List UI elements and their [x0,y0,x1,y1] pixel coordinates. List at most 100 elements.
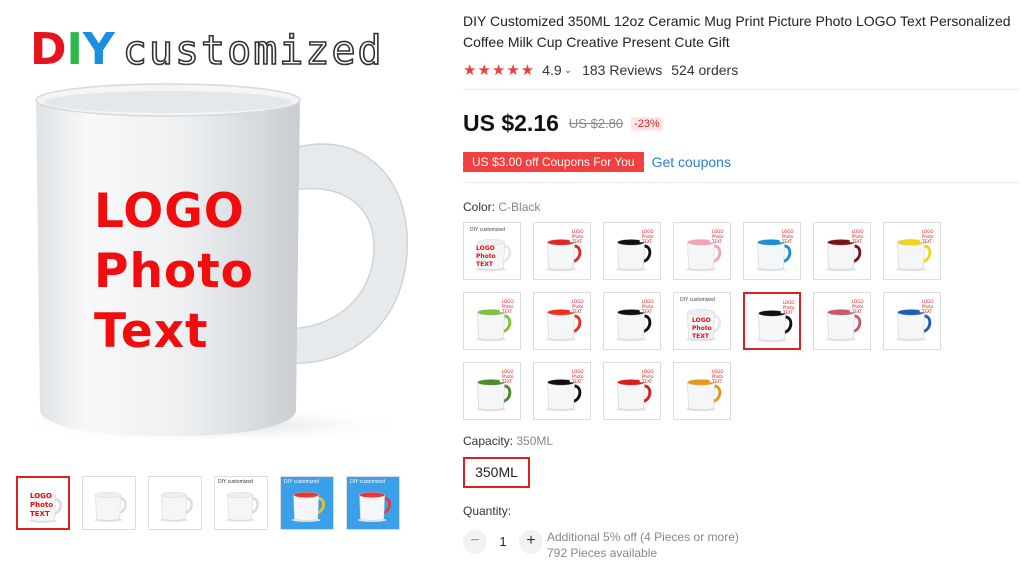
original-price: US $2.80 [568,116,624,131]
swatch-logo-line: TEXT [476,261,493,268]
color-swatch-4[interactable]: LOGO Photo TEXT [673,222,731,280]
swatch-small-logo-line: TEXT [922,239,933,244]
quantity-minus-button[interactable]: − [463,530,487,554]
swatch-small-logo-line: TEXT [852,239,863,244]
color-swatch-12[interactable]: LOGO Photo TEXT [743,292,801,350]
color-swatch-9[interactable]: LOGO Photo TEXT [533,292,591,350]
quantity-stepper: − 1 + Additional 5% off (4 Pieces or mor… [463,530,1019,561]
color-swatch-3[interactable]: LOGO Photo TEXT [603,222,661,280]
rating-value[interactable]: 4.9 [542,62,561,78]
color-swatch-15[interactable]: LOGO Photo TEXT [463,362,521,420]
thumb-logo-mug[interactable]: LOGO Photo TEXT [16,476,70,530]
swatch-small-logo-line: TEXT [712,379,723,384]
thumb-mug-dimensions[interactable] [82,476,136,530]
color-swatch-1[interactable]: LOGO Photo TEXT DIY customized [463,222,521,280]
swatch-banner-text: DIY customized [680,297,715,303]
swatch-small-logo-line: TEXT [782,239,793,244]
swatch-logo-line: LOGO [476,245,495,252]
thumb-color-mugs-blue[interactable]: DIY customized [280,476,334,530]
color-swatch-2[interactable]: LOGO Photo TEXT [533,222,591,280]
thumb-banner-text: DIY customized [350,479,385,485]
product-info: DIY Customized 350ML 12oz Ceramic Mug Pr… [461,0,1019,561]
color-swatch-5[interactable]: LOGO Photo TEXT [743,222,801,280]
quantity-plus-button[interactable]: + [519,530,543,554]
main-product-image[interactable]: DIY customized LOGO Photo Text [0,0,440,460]
thumb-banner-text: DIY customized [284,479,319,485]
coupon-row: US $3.00 off Coupons For You Get coupons [461,152,1019,172]
swatch-small-logo-line: TEXT [712,239,723,244]
thumb-logo-text: LOGO Photo TEXT [30,492,53,519]
swatch-small-logo: LOGO Photo TEXT [712,229,723,244]
swatch-logo-line: Photo [692,325,712,332]
capacity-option-350ml[interactable]: 350ML [463,457,530,488]
chevron-down-icon[interactable]: ⌄ [564,65,572,76]
swatch-small-logo: LOGO Photo TEXT [572,229,583,244]
swatch-small-logo: LOGO Photo TEXT [783,300,794,315]
thumb-plain-mug[interactable] [148,476,202,530]
thumb-logo-line: Photo [30,501,54,509]
color-swatch-13[interactable]: LOGO Photo TEXT [813,292,871,350]
get-coupons-link[interactable]: Get coupons [652,154,731,170]
swatch-logo-text: LOGO Photo TEXT [476,245,496,269]
banner-letter-y: Y [82,24,115,75]
thumbnail-strip: LOGO Photo TEXT DIY customized DIY customize… [16,476,400,530]
mug-thumbnail-icon [93,492,127,522]
capacity-label: Capacity: 350ML [463,434,1019,448]
thumb-color-mugs-set[interactable]: DIY customized [346,476,400,530]
thumb-cartoon-mug[interactable]: DIY customized [214,476,268,530]
color-swatch-11[interactable]: LOGO Photo TEXT DIY customized [673,292,731,350]
star-rating-icon: ★★★★★ [463,62,536,79]
coupon-tag[interactable]: US $3.00 off Coupons For You [461,152,646,172]
swatch-small-logo-line: TEXT [783,310,794,315]
mug-text-text: Text [94,304,209,359]
swatch-small-logo-line: TEXT [642,309,653,314]
swatch-small-logo: LOGO Photo TEXT [642,299,653,314]
color-label-text: Color: [463,200,496,214]
diy-customized-banner: DIY customized [30,26,384,75]
color-swatch-16[interactable]: LOGO Photo TEXT [533,362,591,420]
swatch-banner-text: DIY customized [470,227,505,233]
orders-count: 524 orders [671,62,739,78]
banner-letter-i: I [66,24,83,75]
color-swatch-6[interactable]: LOGO Photo TEXT [813,222,871,280]
mug-text-logo: LOGO [94,184,245,239]
swatch-small-logo-line: TEXT [852,309,863,314]
capacity-label-text: Capacity: [463,434,514,448]
swatch-logo-text: LOGO Photo TEXT [692,317,712,341]
current-price: US $2.16 [463,110,559,136]
thumb-logo-line: LOGO [30,492,52,500]
color-swatch-10[interactable]: LOGO Photo TEXT [603,292,661,350]
swatch-small-logo: LOGO Photo TEXT [852,299,863,314]
quantity-input[interactable]: 1 [487,530,519,554]
rating-row: ★★★★★ 4.9 ⌄ 183 Reviews 524 orders [463,60,1019,80]
quantity-note: Additional 5% off (4 Pieces or more) 792… [547,529,739,561]
divider [463,182,1019,183]
swatch-small-logo: LOGO Photo TEXT [502,299,513,314]
banner-word-customized: customized [122,27,384,75]
reviews-link[interactable]: 183 Reviews [582,62,662,78]
swatch-small-logo-line: TEXT [572,379,583,384]
banner-letter-d: D [30,24,67,75]
color-swatch-8[interactable]: LOGO Photo TEXT [463,292,521,350]
color-swatch-7[interactable]: LOGO Photo TEXT [883,222,941,280]
color-swatch-18[interactable]: LOGO Photo TEXT [673,362,731,420]
swatch-small-logo-line: TEXT [922,309,933,314]
stock-available: 792 Pieces available [547,546,658,560]
swatch-small-logo: LOGO Photo TEXT [922,229,933,244]
swatch-logo-line: Photo [476,253,496,260]
color-label: Color: C-Black [463,200,1019,214]
swatch-small-logo: LOGO Photo TEXT [502,369,513,384]
color-swatch-14[interactable]: LOGO Photo TEXT [883,292,941,350]
swatch-small-logo: LOGO Photo TEXT [642,229,653,244]
color-swatch-17[interactable]: LOGO Photo TEXT [603,362,661,420]
swatch-logo-line: TEXT [692,333,709,340]
swatch-small-logo: LOGO Photo TEXT [572,299,583,314]
divider [463,89,1019,90]
swatch-small-logo-line: TEXT [572,239,583,244]
quantity-label: Quantity: [463,504,512,518]
thumb-logo-line: TEXT [30,510,50,518]
thumb-banner-text: DIY customized [218,479,253,485]
bulk-discount-note: Additional 5% off (4 Pieces or more) [547,530,739,544]
capacity-selected-value: 350ML [516,434,554,448]
swatch-small-logo: LOGO Photo TEXT [782,229,793,244]
